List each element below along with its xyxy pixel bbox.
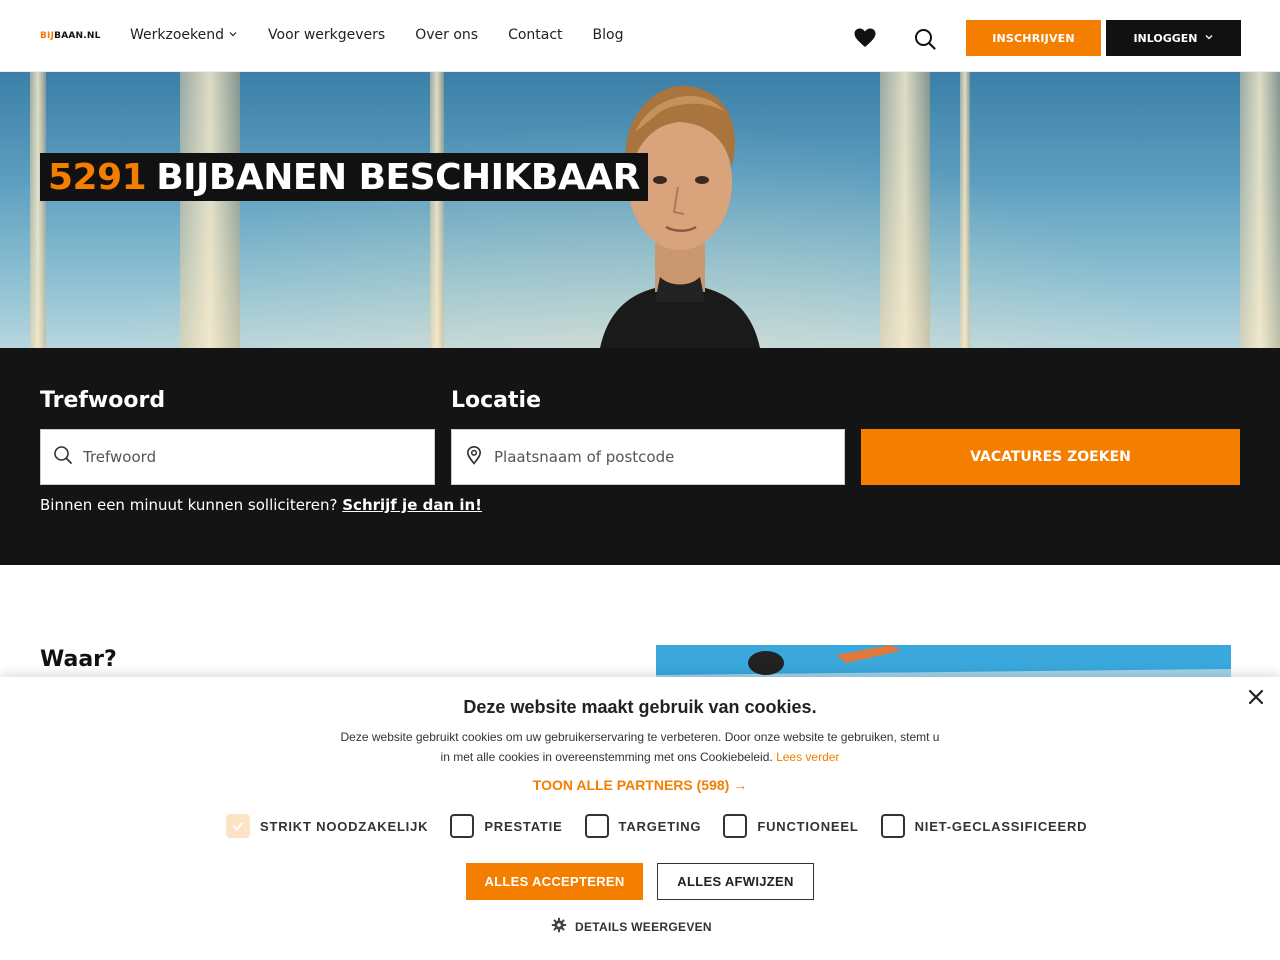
cookie-category-label: PRESTATIE xyxy=(484,818,563,834)
nav-item-label: Contact xyxy=(508,27,563,43)
show-details-button[interactable]: DETAILS WEERGEVEN xyxy=(551,917,712,936)
location-label: Locatie xyxy=(451,388,541,413)
nav-item-label: Werkzoekend xyxy=(130,27,225,43)
logo-part-1: BIJ xyxy=(40,31,55,41)
search-icon xyxy=(53,445,73,470)
map-pin-icon xyxy=(464,445,484,470)
cookie-banner: Deze website maakt gebruik van cookies. … xyxy=(0,677,1280,960)
cookie-category-label: FUNCTIONEEL xyxy=(757,818,859,834)
nav-item-label: Blog xyxy=(592,27,624,43)
site-logo[interactable]: BIJBAAN.NL xyxy=(40,31,101,41)
chevron-down-icon xyxy=(228,29,238,42)
login-button[interactable]: INLOGGEN xyxy=(1106,20,1241,56)
checkbox[interactable] xyxy=(584,814,609,838)
heart-icon[interactable] xyxy=(853,27,877,49)
login-button-label: INLOGGEN xyxy=(1133,31,1198,45)
read-more-link[interactable]: Lees verder xyxy=(776,750,839,764)
gear-icon xyxy=(551,917,567,936)
nav-item-over-ons[interactable]: Over ons xyxy=(415,27,478,43)
nav-item-label: Over ons xyxy=(415,27,479,43)
hero-banner: 5291 BIJBANEN BESCHIKBAAR xyxy=(0,72,1280,348)
search-jobs-button[interactable]: VACATURES ZOEKEN xyxy=(861,429,1240,485)
cookie-category-strictly-necessary[interactable]: STRIKT NOODZAKELIJK xyxy=(226,814,428,838)
hero-heading: 5291 BIJBANEN BESCHIKBAAR xyxy=(40,153,648,201)
nav-item-werkzoekend[interactable]: Werkzoekend xyxy=(130,27,238,43)
main-nav: Werkzoekend Voor werkgevers Over ons Con… xyxy=(130,27,624,43)
cookie-category-functional[interactable]: FUNCTIONEEL xyxy=(723,814,858,838)
signup-button[interactable]: INSCHRIJVEN xyxy=(966,20,1101,56)
cookie-categories: STRIKT NOODZAKELIJK PRESTATIE TARGETING … xyxy=(226,814,1087,838)
cookie-category-targeting[interactable]: TARGETING xyxy=(584,814,702,838)
cookie-category-label: NIET-GECLASSIFICEERD xyxy=(914,818,1088,834)
keyword-field[interactable] xyxy=(40,429,435,485)
location-field[interactable] xyxy=(451,429,845,485)
site-header: BIJBAAN.NL Werkzoekend Voor werkgevers O… xyxy=(0,0,1280,72)
chevron-down-icon xyxy=(1204,32,1214,45)
keyword-label: Trefwoord xyxy=(40,388,166,413)
checkbox-checked-icon[interactable] xyxy=(226,814,250,838)
show-partners-link[interactable]: TOON ALLE PARTNERS (598) → xyxy=(0,777,1280,793)
keyword-input[interactable] xyxy=(83,448,403,466)
signup-link[interactable]: Schrijf je dan in! xyxy=(342,496,482,514)
cookie-category-performance[interactable]: PRESTATIE xyxy=(450,814,562,838)
hero-person-image xyxy=(600,85,760,348)
cookie-category-unclassified[interactable]: NIET-GECLASSIFICEERD xyxy=(880,814,1088,838)
search-section: Trefwoord Locatie VACATURES ZOEKEN Binne… xyxy=(0,348,1280,565)
checkbox[interactable] xyxy=(723,814,748,838)
details-label: DETAILS WEERGEVEN xyxy=(575,919,712,934)
section-heading: Waar? xyxy=(40,647,117,672)
cookie-title: Deze website maakt gebruik van cookies. xyxy=(463,697,817,717)
job-count: 5291 xyxy=(48,156,147,198)
hero-heading-text: BIJBANEN BESCHIKBAAR xyxy=(156,156,640,198)
nav-item-blog[interactable]: Blog xyxy=(593,27,624,43)
search-icon[interactable] xyxy=(913,27,937,51)
signup-prompt-text: Binnen een minuut kunnen solliciteren? xyxy=(40,496,338,514)
checkbox[interactable] xyxy=(450,814,475,838)
reject-all-button[interactable]: ALLES AFWIJZEN xyxy=(657,863,814,900)
cookie-category-label: TARGETING xyxy=(618,818,702,834)
signup-prompt: Binnen een minuut kunnen solliciteren? S… xyxy=(40,496,482,514)
nav-item-contact[interactable]: Contact xyxy=(508,27,562,43)
cookie-description: Deze website gebruikt cookies om uw gebr… xyxy=(340,727,940,767)
accept-all-button[interactable]: ALLES ACCEPTEREN xyxy=(466,863,643,900)
nav-item-label: Voor werkgevers xyxy=(268,27,386,43)
cookie-category-label: STRIKT NOODZAKELIJK xyxy=(260,818,429,834)
checkbox[interactable] xyxy=(880,814,905,838)
cookie-description-text: Deze website gebruikt cookies om uw gebr… xyxy=(340,730,940,764)
nav-item-voor-werkgevers[interactable]: Voor werkgevers xyxy=(268,27,385,43)
location-input[interactable] xyxy=(494,448,814,466)
logo-part-2: BAAN.NL xyxy=(54,31,101,41)
